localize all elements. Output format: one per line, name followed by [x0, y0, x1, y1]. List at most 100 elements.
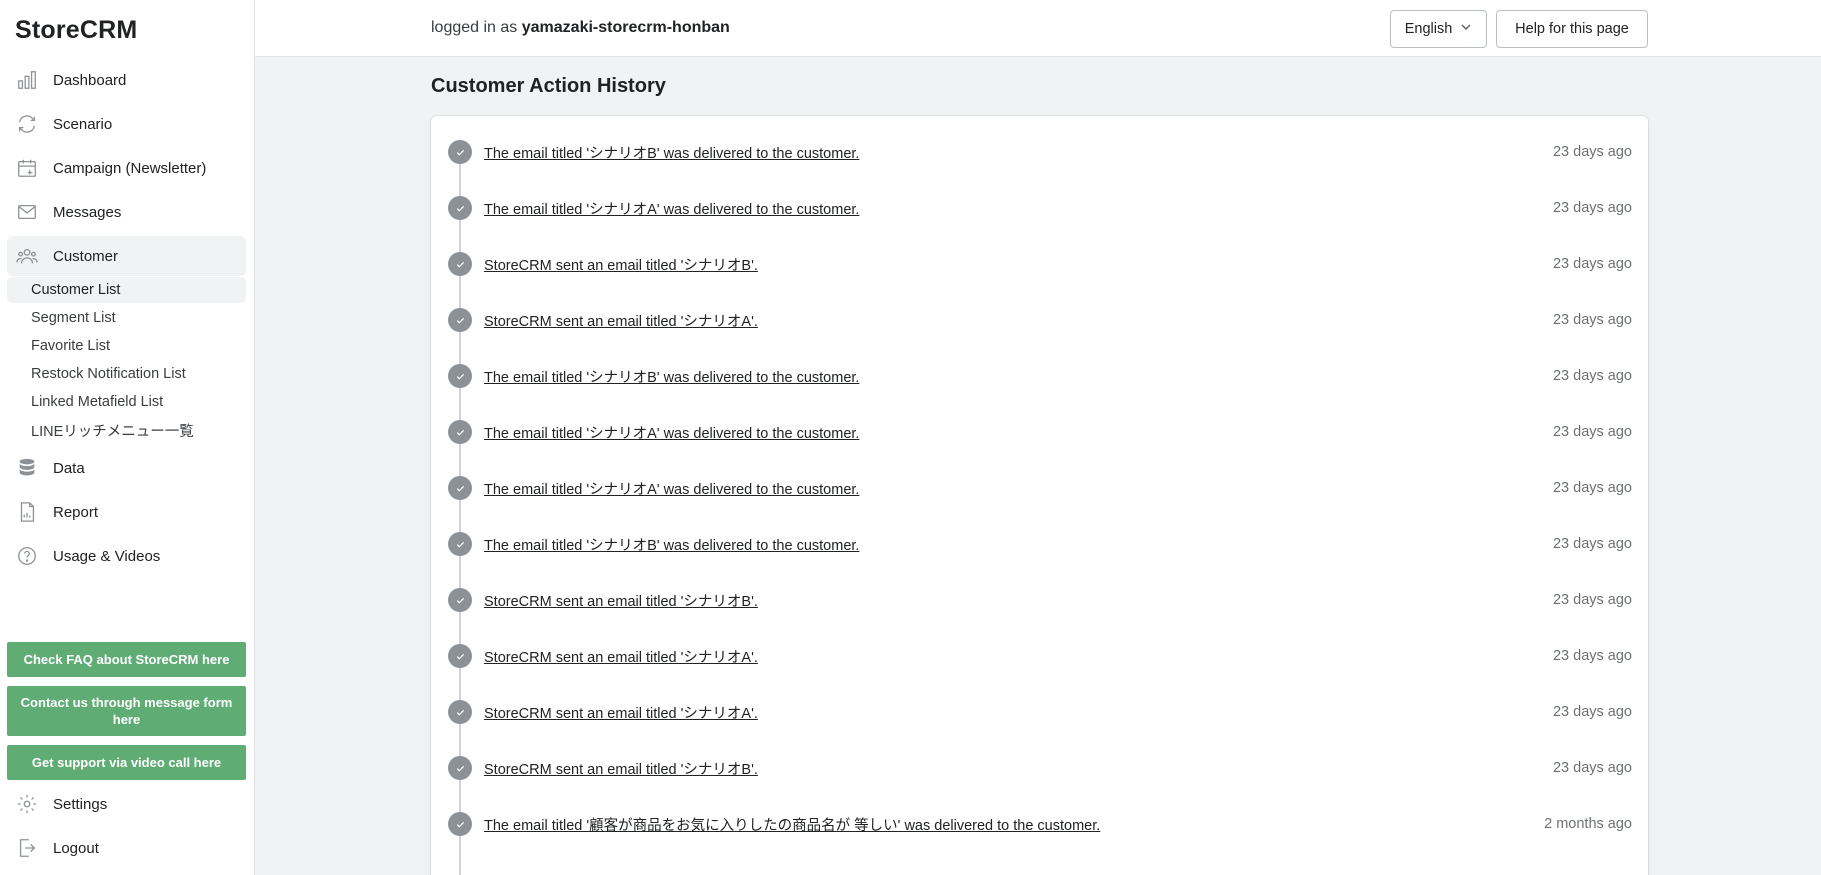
- event-link[interactable]: The email titled '顧客が商品をお気に入りしたの商品名が 等しい…: [484, 814, 1100, 835]
- check-circle-icon: [448, 476, 472, 500]
- check-circle-icon: [448, 588, 472, 612]
- gear-icon: [15, 792, 39, 816]
- event-link[interactable]: StoreCRM sent an email titled 'シナリオA'.: [484, 310, 758, 331]
- contact-form-button[interactable]: Contact us through message form here: [7, 686, 246, 736]
- event-timestamp: 23 days ago: [1552, 536, 1632, 552]
- sidebar-item-report[interactable]: Report: [7, 492, 246, 532]
- timeline-event: The email titled 'シナリオA' was delivered t…: [431, 193, 1648, 223]
- event-timestamp: 23 days ago: [1552, 648, 1632, 664]
- check-circle-icon: [448, 196, 472, 220]
- timeline-event: The email titled 'シナリオB' was delivered t…: [431, 361, 1648, 391]
- report-icon: [15, 500, 39, 524]
- sidebar-item-label: Report: [53, 503, 99, 521]
- sidebar-item-data[interactable]: Data: [7, 448, 246, 488]
- sidebar-item-messages[interactable]: Messages: [7, 192, 246, 232]
- event-link[interactable]: StoreCRM sent an email titled 'シナリオB'.: [484, 590, 758, 611]
- chevron-down-icon: [1460, 21, 1472, 37]
- sidebar-item-label: Data: [53, 459, 85, 477]
- event-link[interactable]: StoreCRM sent an email titled 'シナリオB'.: [484, 758, 758, 779]
- sidebar-item-campaign[interactable]: Campaign (Newsletter): [7, 148, 246, 188]
- event-link[interactable]: The email titled 'シナリオA' was delivered t…: [484, 422, 859, 443]
- timeline-event: The email titled 'シナリオA' was delivered t…: [431, 473, 1648, 503]
- help-button[interactable]: Help for this page: [1496, 10, 1648, 48]
- event-link[interactable]: The email titled 'シナリオB' was delivered t…: [484, 534, 859, 555]
- sidebar-item-logout[interactable]: Logout: [7, 828, 246, 868]
- sidebar-item-label: Messages: [53, 203, 122, 221]
- event-timestamp: 23 days ago: [1552, 760, 1632, 776]
- calendar-icon: [15, 156, 39, 180]
- sidebar-subitem-line-rich-menu-list[interactable]: LINEリッチメニュー一覧: [7, 417, 246, 443]
- help-circle-icon: [15, 544, 39, 568]
- check-circle-icon: [448, 364, 472, 388]
- check-circle-icon: [448, 252, 472, 276]
- event-timestamp: 23 days ago: [1552, 312, 1632, 328]
- sidebar-item-label: Usage & Videos: [53, 547, 161, 565]
- event-timestamp: 23 days ago: [1552, 144, 1632, 160]
- sidebar-subitem-linked-metafield-list[interactable]: Linked Metafield List: [7, 389, 246, 415]
- event-link[interactable]: The email titled 'シナリオB' was delivered t…: [484, 366, 859, 387]
- check-circle-icon: [448, 812, 472, 836]
- sidebar-item-label: Dashboard: [53, 71, 127, 89]
- action-history-card: The email titled 'シナリオB' was delivered t…: [431, 116, 1648, 875]
- timeline-event: StoreCRM sent an email titled 'シナリオA'. 23…: [431, 305, 1648, 335]
- check-circle-icon: [448, 420, 472, 444]
- timeline-event: StoreCRM sent an email titled 'シナリオB'. 23…: [431, 585, 1648, 615]
- sidebar-item-scenario[interactable]: Scenario: [7, 104, 246, 144]
- sidebar-subitem-favorite-list[interactable]: Favorite List: [7, 333, 246, 359]
- event-link[interactable]: The email titled 'シナリオB' was delivered t…: [484, 142, 859, 163]
- event-link[interactable]: StoreCRM sent an email titled 'シナリオA'.: [484, 702, 758, 723]
- customers-icon: [15, 244, 39, 268]
- sidebar-item-label: Scenario: [53, 115, 113, 133]
- timeline-event: StoreCRM sent an email titled 'シナリオA'. 23…: [431, 697, 1648, 727]
- timeline-event: StoreCRM sent an email titled 'シナリオA'. 23…: [431, 641, 1648, 671]
- timeline-event: The email titled 'シナリオB' was delivered t…: [431, 137, 1648, 167]
- language-label: English: [1404, 21, 1453, 37]
- sidebar-item-label: Settings: [53, 795, 108, 813]
- event-link[interactable]: The email titled 'シナリオA' was delivered t…: [484, 478, 859, 499]
- timeline-event: The email titled 'シナリオA' was delivered t…: [431, 417, 1648, 447]
- login-prefix: logged in as: [431, 19, 518, 36]
- sidebar-subitem-customer-list[interactable]: Customer List: [7, 277, 246, 303]
- bar-chart-icon: [15, 68, 39, 92]
- check-circle-icon: [448, 756, 472, 780]
- event-timestamp: 23 days ago: [1552, 256, 1632, 272]
- check-circle-icon: [448, 700, 472, 724]
- event-timestamp: 23 days ago: [1552, 200, 1632, 216]
- event-link[interactable]: The email titled 'シナリオA' was delivered t…: [484, 198, 859, 219]
- database-icon: [15, 456, 39, 480]
- refresh-icon: [15, 112, 39, 136]
- event-timestamp: 23 days ago: [1552, 424, 1632, 440]
- sidebar-item-settings[interactable]: Settings: [7, 784, 246, 824]
- timeline-event: The email titled 'シナリオB' was delivered t…: [431, 529, 1648, 559]
- event-timestamp: 23 days ago: [1552, 480, 1632, 496]
- sidebar-item-label: Customer: [53, 247, 119, 265]
- sidebar-item-usage-videos[interactable]: Usage & Videos: [7, 536, 246, 576]
- sidebar-subitem-segment-list[interactable]: Segment List: [7, 305, 246, 331]
- event-timestamp: 23 days ago: [1552, 704, 1632, 720]
- faq-button[interactable]: Check FAQ about StoreCRM here: [7, 642, 246, 677]
- event-timestamp: 23 days ago: [1552, 592, 1632, 608]
- sidebar-item-dashboard[interactable]: Dashboard: [7, 60, 246, 100]
- sidebar-subitem-restock-notification-list[interactable]: Restock Notification List: [7, 361, 246, 387]
- login-status: logged in as yamazaki-storecrm-honban: [431, 19, 730, 37]
- sidebar-item-label: Logout: [53, 839, 99, 857]
- sidebar-item-label: Campaign (Newsletter): [53, 159, 207, 177]
- event-timestamp: 2 months ago: [1544, 816, 1632, 832]
- event-timestamp: 23 days ago: [1552, 368, 1632, 384]
- username: yamazaki-storecrm-honban: [521, 19, 730, 36]
- check-circle-icon: [448, 140, 472, 164]
- check-circle-icon: [448, 644, 472, 668]
- logout-icon: [15, 836, 39, 860]
- timeline-event: StoreCRM sent an email titled 'シナリオB'. 23…: [431, 753, 1648, 783]
- top-bar: logged in as yamazaki-storecrm-honban En…: [255, 0, 1821, 57]
- video-call-support-button[interactable]: Get support via video call here: [7, 745, 246, 780]
- event-link[interactable]: StoreCRM sent an email titled 'シナリオA'.: [484, 646, 758, 667]
- check-circle-icon: [448, 308, 472, 332]
- check-circle-icon: [448, 532, 472, 556]
- timeline-event: StoreCRM sent an email titled 'シナリオB'. 23…: [431, 249, 1648, 279]
- event-link[interactable]: StoreCRM sent an email titled 'シナリオB'.: [484, 254, 758, 275]
- language-select[interactable]: English: [1390, 10, 1487, 48]
- app-logo: StoreCRM: [15, 16, 138, 44]
- sidebar-item-customer[interactable]: Customer: [7, 236, 246, 276]
- mail-icon: [15, 200, 39, 224]
